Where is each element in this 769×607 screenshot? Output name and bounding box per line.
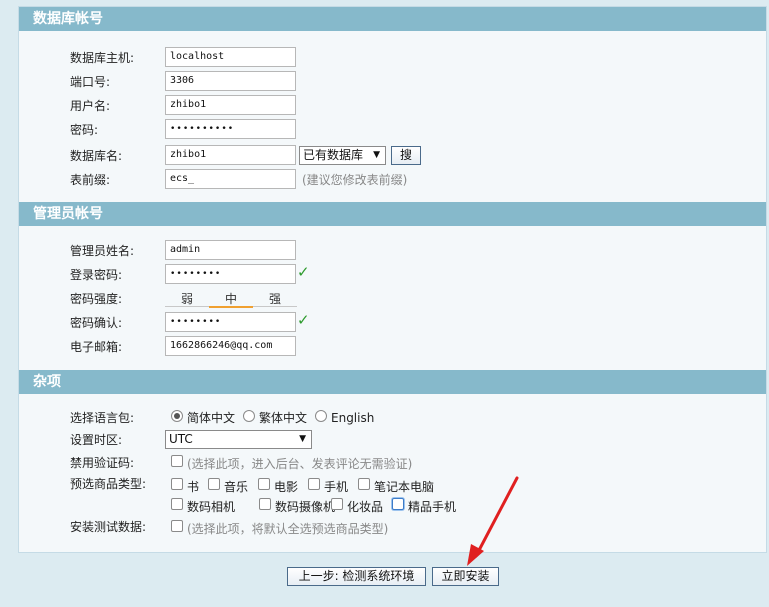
goods-type-music: 音乐 <box>224 480 249 494</box>
language-label: 选择语言包: <box>70 411 135 425</box>
lang-radio-traditional[interactable] <box>243 410 255 422</box>
goods-type-camera: 数码相机 <box>187 500 236 514</box>
lang-option-english: English <box>331 411 375 425</box>
goods-type-checkbox-laptop[interactable] <box>358 478 370 490</box>
goods-type-checkbox-book[interactable] <box>171 478 183 490</box>
existing-db-select-label: 已有数据库 <box>303 148 364 162</box>
back-check-env-button[interactable]: 上一步: 检测系统环境 <box>287 567 426 586</box>
lang-option-traditional: 繁体中文 <box>259 411 308 425</box>
section-header-misc: 杂项 <box>19 370 766 394</box>
strength-medium: 中 <box>224 292 237 306</box>
email-input[interactable]: 1662866246@qq.com <box>165 336 296 356</box>
table-prefix-label: 表前缀: <box>70 173 111 187</box>
section-header-admin: 管理员帐号 <box>19 202 766 226</box>
admin-name-input[interactable]: admin <box>165 240 296 260</box>
password-valid-check-icon: ✓ <box>297 263 310 281</box>
lang-option-simplified: 简体中文 <box>187 411 236 425</box>
admin-password-input[interactable]: •••••••• <box>165 264 296 284</box>
captcha-label: 禁用验证码: <box>70 456 135 470</box>
captcha-hint: (选择此项，进入后台、发表评论无需验证) <box>187 457 413 471</box>
admin-password-label: 登录密码: <box>70 268 123 282</box>
strength-indicator-bar <box>209 306 253 308</box>
strength-weak: 弱 <box>180 292 193 306</box>
goods-type-checkbox-movie[interactable] <box>258 478 270 490</box>
lang-radio-english[interactable] <box>315 410 327 422</box>
chevron-down-icon: ▼ <box>373 150 380 160</box>
goods-type-premium-phone: 精品手机 <box>408 500 457 514</box>
admin-name-label: 管理员姓名: <box>70 244 135 258</box>
goods-type-laptop: 笔记本电脑 <box>374 480 435 494</box>
strength-strong: 强 <box>268 292 281 306</box>
db-port-input[interactable]: 3306 <box>165 71 296 91</box>
goods-type-cosmetics: 化妆品 <box>347 500 384 514</box>
db-name-input[interactable]: zhibo1 <box>165 145 296 165</box>
install-now-button[interactable]: 立即安装 <box>432 567 499 586</box>
chevron-down-icon: ▼ <box>299 434 306 444</box>
password-strength-meter: 弱 中 强 <box>165 289 297 308</box>
timezone-label: 设置时区: <box>70 433 123 447</box>
table-prefix-input[interactable]: ecs_ <box>165 169 296 189</box>
lang-radio-simplified[interactable] <box>171 410 183 422</box>
captcha-checkbox[interactable] <box>171 455 183 467</box>
goods-type-checkbox-music[interactable] <box>208 478 220 490</box>
goods-type-phone: 手机 <box>324 480 349 494</box>
goods-type-checkbox-premium-phone[interactable] <box>392 498 404 510</box>
goods-type-camcorder: 数码摄像机 <box>275 500 336 514</box>
search-db-button[interactable]: 搜 <box>391 146 421 165</box>
goods-type-checkbox-camcorder[interactable] <box>259 498 271 510</box>
db-name-label: 数据库名: <box>70 149 123 163</box>
db-host-input[interactable]: localhost <box>165 47 296 67</box>
test-data-checkbox[interactable] <box>171 520 183 532</box>
db-user-input[interactable]: zhibo1 <box>165 95 296 115</box>
db-host-label: 数据库主机: <box>70 51 135 65</box>
install-form-panel: 数据库帐号 数据库主机: localhost 端口号: 3306 用户名: zh… <box>18 6 767 553</box>
db-port-label: 端口号: <box>70 75 111 89</box>
existing-db-select[interactable]: 已有数据库 ▼ <box>299 146 386 165</box>
goods-type-checkbox-cosmetics[interactable] <box>331 498 343 510</box>
test-data-hint: (选择此项，将默认全选预选商品类型) <box>187 522 389 536</box>
timezone-value: UTC <box>169 432 193 446</box>
table-prefix-hint: (建议您修改表前缀) <box>302 173 408 187</box>
goods-type-label: 预选商品类型: <box>70 477 147 491</box>
confirm-valid-check-icon: ✓ <box>297 311 310 329</box>
email-label: 电子邮箱: <box>70 340 123 354</box>
db-user-label: 用户名: <box>70 99 111 113</box>
db-password-label: 密码: <box>70 123 99 137</box>
goods-type-movie: 电影 <box>274 480 299 494</box>
confirm-password-label: 密码确认: <box>70 316 123 330</box>
db-password-input[interactable]: •••••••••• <box>165 119 296 139</box>
goods-type-book: 书 <box>187 480 200 494</box>
password-strength-label: 密码强度: <box>70 292 123 306</box>
goods-type-checkbox-phone[interactable] <box>308 478 320 490</box>
test-data-label: 安装测试数据: <box>70 520 147 534</box>
goods-type-checkbox-camera[interactable] <box>171 498 183 510</box>
confirm-password-input[interactable]: •••••••• <box>165 312 296 332</box>
timezone-select[interactable]: UTC ▼ <box>165 430 312 449</box>
section-header-database: 数据库帐号 <box>19 7 766 31</box>
